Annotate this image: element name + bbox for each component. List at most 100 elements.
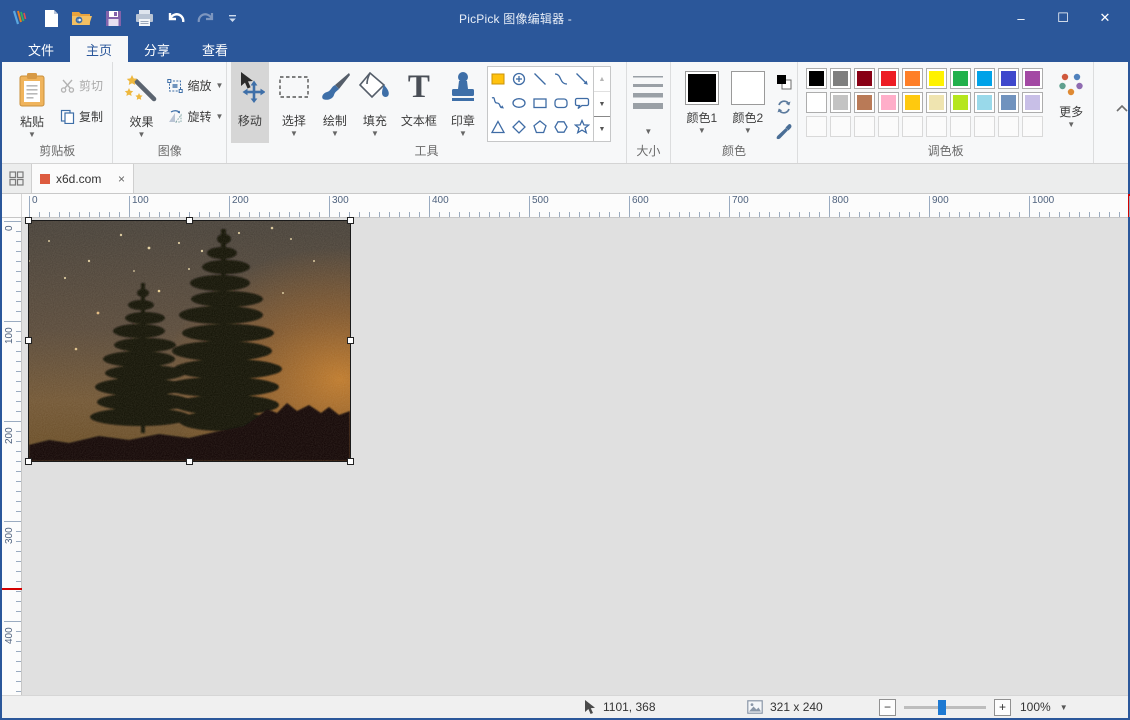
shape-diamond[interactable] xyxy=(509,115,530,139)
tab-share[interactable]: 分享 xyxy=(128,36,186,62)
swap-colors-icon[interactable] xyxy=(775,73,793,91)
print-icon[interactable] xyxy=(132,6,156,30)
canvas-workspace[interactable]: 0100200300400 xyxy=(2,218,1128,695)
color1-button[interactable]: 颜色1 ▼ xyxy=(679,67,725,135)
save-icon[interactable] xyxy=(101,6,125,30)
zoom-out-button[interactable]: − xyxy=(879,699,896,716)
selection-handle-se[interactable] xyxy=(347,458,354,465)
shape-rounded-rectangle[interactable] xyxy=(551,91,572,115)
palette-swatch-ed1c24[interactable] xyxy=(878,68,899,89)
selection-handle-nw[interactable] xyxy=(25,217,32,224)
size-dropdown-caret[interactable]: ▼ xyxy=(644,128,652,136)
shape-arrow[interactable] xyxy=(572,67,593,91)
fill-tool-button[interactable]: 填充 ▼ xyxy=(355,62,395,143)
paste-button[interactable]: 粘贴 ▼ xyxy=(10,67,54,139)
palette-swatch-ffaec9[interactable] xyxy=(878,92,899,113)
zoom-in-button[interactable]: + xyxy=(994,699,1011,716)
line-size-icon[interactable] xyxy=(633,74,663,110)
shape-triangle[interactable] xyxy=(488,115,509,139)
textbox-tool-button[interactable]: T 文本框 xyxy=(395,62,443,143)
resize-button[interactable]: 缩放 ▼ xyxy=(167,77,223,94)
zoom-level-value[interactable]: 100% xyxy=(1020,700,1051,714)
tab-list-grid-icon[interactable] xyxy=(2,164,32,193)
palette-swatch-7f7f7f[interactable] xyxy=(830,68,851,89)
draw-tool-button[interactable]: 绘制 ▼ xyxy=(315,62,355,143)
palette-swatch-empty[interactable] xyxy=(878,116,899,137)
sync-colors-icon[interactable] xyxy=(775,98,793,116)
palette-swatch-a349a4[interactable] xyxy=(1022,68,1043,89)
palette-swatch-c3c3c3[interactable] xyxy=(830,92,851,113)
palette-swatch-fff200[interactable] xyxy=(926,68,947,89)
palette-swatch-000000[interactable] xyxy=(806,68,827,89)
palette-swatch-00a2e8[interactable] xyxy=(974,68,995,89)
selection-handle-s[interactable] xyxy=(186,458,193,465)
palette-swatch-empty[interactable] xyxy=(998,116,1019,137)
palette-swatch-empty[interactable] xyxy=(974,116,995,137)
shape-curve[interactable] xyxy=(551,67,572,91)
palette-swatch-3f48cc[interactable] xyxy=(998,68,1019,89)
palette-swatch-7092be[interactable] xyxy=(998,92,1019,113)
canvas-image[interactable] xyxy=(29,221,350,461)
palette-swatch-22b14c[interactable] xyxy=(950,68,971,89)
move-tool-button[interactable]: 移动 xyxy=(231,62,269,143)
undo-icon[interactable] xyxy=(163,6,187,30)
tab-home[interactable]: 主页 xyxy=(70,36,128,62)
eyedropper-icon[interactable] xyxy=(775,123,793,141)
palette-swatch-empty[interactable] xyxy=(902,116,923,137)
palette-swatch-empty[interactable] xyxy=(926,116,947,137)
redo-icon[interactable] xyxy=(194,6,218,30)
collapse-ribbon-button[interactable] xyxy=(1094,62,1128,163)
shape-ellipse[interactable] xyxy=(509,91,530,115)
palette-swatch-empty[interactable] xyxy=(854,116,875,137)
shape-filled-rectangle[interactable] xyxy=(488,67,509,91)
cut-button[interactable]: 剪切 xyxy=(60,77,103,94)
selection-handle-e[interactable] xyxy=(347,337,354,344)
effects-button[interactable]: 效果 ▼ xyxy=(119,67,163,139)
zoom-slider[interactable] xyxy=(904,706,986,709)
zoom-slider-handle[interactable] xyxy=(938,700,946,715)
copy-button[interactable]: 复制 xyxy=(60,108,103,125)
palette-swatch-b5e61d[interactable] xyxy=(950,92,971,113)
document-tab[interactable]: x6d.com × xyxy=(32,164,134,193)
open-folder-icon[interactable] xyxy=(70,6,94,30)
stamp-tool-button[interactable]: 印章 ▼ xyxy=(443,62,483,143)
palette-swatch-empty[interactable] xyxy=(830,116,851,137)
palette-swatch-880015[interactable] xyxy=(854,68,875,89)
zoom-level-caret[interactable]: ▼ xyxy=(1060,703,1068,712)
shape-circle-plus[interactable] xyxy=(509,67,530,91)
shape-speech-bubble[interactable] xyxy=(572,91,593,115)
palette-swatch-99d9ea[interactable] xyxy=(974,92,995,113)
select-tool-button[interactable]: 选择 ▼ xyxy=(273,62,315,143)
palette-swatch-empty[interactable] xyxy=(1022,116,1043,137)
tab-file[interactable]: 文件 xyxy=(12,36,70,62)
palette-swatch-b97a57[interactable] xyxy=(854,92,875,113)
palette-swatch-empty[interactable] xyxy=(806,116,827,137)
shapes-more-button[interactable]: ▼ xyxy=(594,116,610,141)
more-colors-button[interactable]: 更多 ▼ xyxy=(1049,62,1093,129)
palette-swatch-ffffff[interactable] xyxy=(806,92,827,113)
minimize-button[interactable]: – xyxy=(1000,0,1042,36)
selection-handle-w[interactable] xyxy=(25,337,32,344)
shape-star[interactable] xyxy=(572,115,593,139)
new-file-icon[interactable] xyxy=(39,6,63,30)
tab-view[interactable]: 查看 xyxy=(186,36,244,62)
shape-hexagon[interactable] xyxy=(551,115,572,139)
palette-swatch-c8bfe7[interactable] xyxy=(1022,92,1043,113)
document-tab-close-icon[interactable]: × xyxy=(118,172,125,186)
rotate-button[interactable]: 旋转 ▼ xyxy=(167,108,223,125)
selection-handle-sw[interactable] xyxy=(25,458,32,465)
maximize-button[interactable]: ☐ xyxy=(1042,0,1084,36)
palette-swatch-efe4b0[interactable] xyxy=(926,92,947,113)
close-button[interactable]: ✕ xyxy=(1084,0,1126,36)
shapes-scroll-up[interactable]: ▲ xyxy=(594,67,610,92)
shape-pentagon[interactable] xyxy=(530,115,551,139)
shape-squiggle-arrow[interactable] xyxy=(488,91,509,115)
selection-handle-ne[interactable] xyxy=(347,217,354,224)
qat-more-icon[interactable] xyxy=(225,6,239,30)
selection-handle-n[interactable] xyxy=(186,217,193,224)
color2-button[interactable]: 颜色2 ▼ xyxy=(725,67,771,135)
shape-line[interactable] xyxy=(530,67,551,91)
shape-rectangle[interactable] xyxy=(530,91,551,115)
palette-swatch-ff7f27[interactable] xyxy=(902,68,923,89)
palette-swatch-ffc90e[interactable] xyxy=(902,92,923,113)
